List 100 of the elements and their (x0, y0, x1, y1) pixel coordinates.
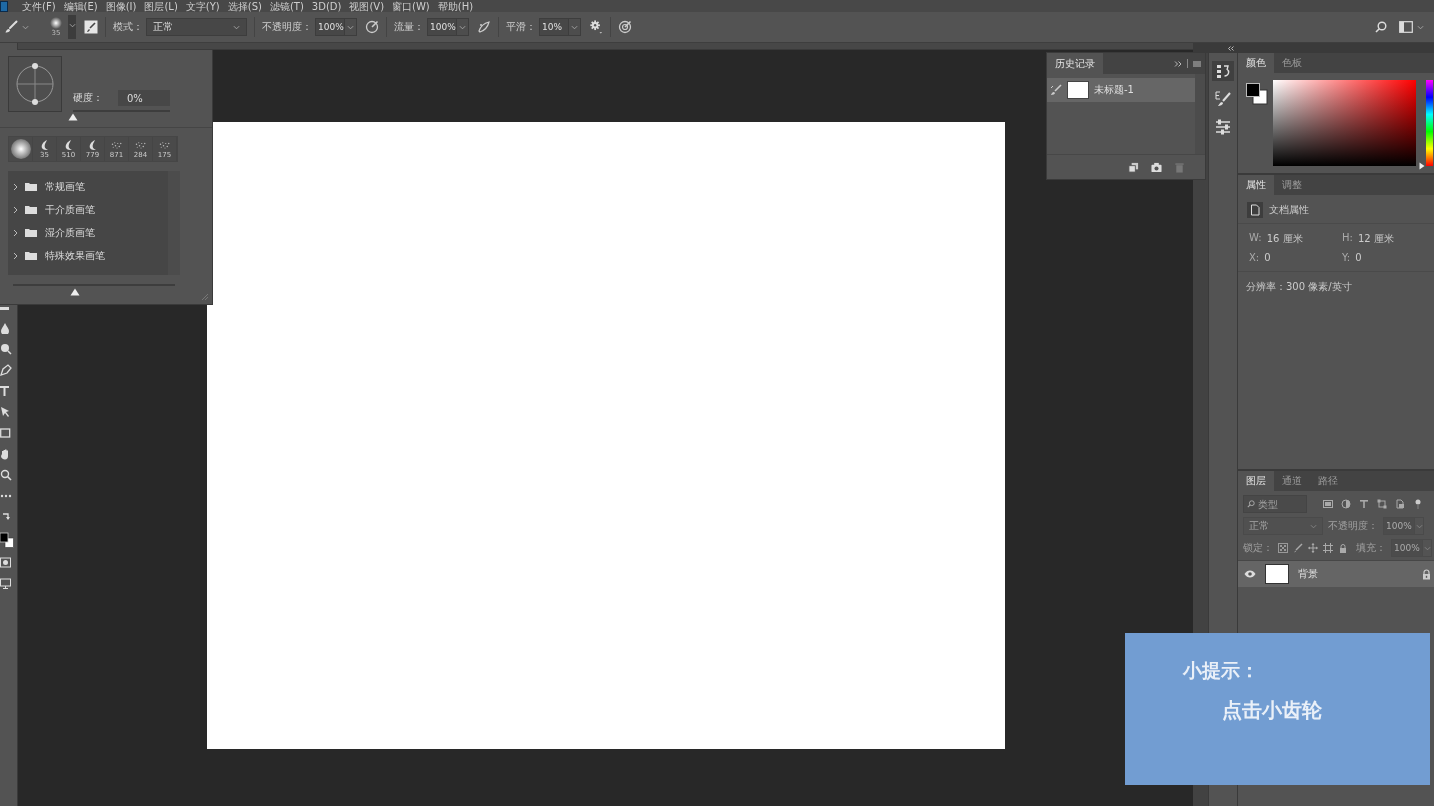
menu-item[interactable]: 视图(V) (349, 0, 385, 12)
tip-title: 小提示： (1183, 658, 1259, 682)
spray-brush-icon (158, 139, 171, 151)
dodge-icon[interactable] (0, 343, 12, 355)
menu-item[interactable]: 帮助(H) (437, 0, 474, 12)
pressure-size-icon[interactable] (618, 20, 632, 34)
smart-object-filter-icon[interactable] (1395, 499, 1405, 509)
smoothing-field[interactable]: 10% (539, 18, 569, 36)
expand-icon[interactable] (1174, 60, 1182, 67)
caret-icon (1423, 545, 1431, 551)
brush-tool-icon[interactable] (4, 20, 18, 34)
text-tool-icon[interactable] (0, 385, 12, 397)
resolution-text: 分辨率：300 像素/英寸 (1246, 281, 1352, 292)
layer-name: 背景 (1298, 567, 1319, 581)
spray-brush-icon (110, 139, 123, 151)
history-panel-icon[interactable] (1212, 61, 1234, 81)
property-value[interactable]: 12 厘米 (1357, 232, 1394, 246)
lock-pixels-icon[interactable] (1278, 543, 1288, 553)
new-document-icon[interactable] (1128, 161, 1139, 173)
layer-row[interactable]: 背景 (1238, 560, 1434, 587)
folder-icon (25, 205, 37, 214)
brush-tip-preview-icon[interactable] (8, 56, 62, 112)
folder-icon (25, 182, 37, 191)
foreground-background-swatch-icon[interactable] (1246, 83, 1268, 105)
rectangle-icon[interactable] (0, 427, 12, 439)
mode-dropdown[interactable]: 正常 (146, 18, 247, 36)
panel-tab[interactable]: 色板 (1274, 53, 1310, 73)
airbrush-icon[interactable] (477, 20, 491, 34)
hardness-field[interactable]: 0% (118, 90, 170, 106)
color-swatches-icon[interactable] (0, 532, 14, 548)
menu-item[interactable]: 编辑(E) (63, 0, 98, 12)
camera-icon[interactable] (1151, 161, 1162, 173)
chevron-icon[interactable] (13, 251, 18, 260)
menu-item[interactable]: 图层(L) (144, 0, 178, 12)
workspace-icon[interactable] (1399, 20, 1413, 34)
brush-preset[interactable] (9, 137, 33, 161)
property-value[interactable]: 16 厘米 (1266, 232, 1303, 246)
layer-filter-field[interactable]: 类型 (1243, 495, 1307, 513)
filter-toggle-icon[interactable] (1413, 499, 1423, 509)
artboard-icon[interactable] (1323, 543, 1333, 553)
history-state[interactable]: 未标题-1 (1047, 78, 1195, 102)
settings-icon[interactable] (589, 20, 603, 34)
panel-tab[interactable]: 调整 (1274, 175, 1310, 195)
brush-icon[interactable] (1293, 543, 1303, 553)
spray-brush-icon (134, 139, 147, 151)
panel-tab[interactable]: 历史记录 (1047, 53, 1103, 74)
brush-settings-toggle-icon[interactable] (84, 20, 98, 34)
brush-folder[interactable]: 干介质画笔 (8, 198, 168, 221)
scrollbar[interactable] (1195, 74, 1205, 154)
property-value[interactable]: 0 (1355, 252, 1362, 263)
text-filter-icon[interactable] (1359, 499, 1369, 509)
search-icon (1247, 500, 1255, 508)
folder-icon (25, 251, 37, 260)
panel-tab[interactable]: 颜色 (1238, 53, 1274, 73)
panel-tab[interactable]: 属性 (1238, 175, 1274, 195)
lock-icon[interactable] (1338, 543, 1348, 553)
pen-icon[interactable] (0, 364, 12, 376)
color-picker-field[interactable] (1273, 80, 1416, 166)
property-value[interactable]: 0 (1264, 252, 1271, 263)
brush-folder[interactable]: 特殊效果画笔 (8, 244, 168, 267)
chevron-icon[interactable] (13, 205, 18, 214)
chevron-icon[interactable] (13, 228, 18, 237)
brush-folder[interactable]: 湿介质画笔 (8, 221, 168, 244)
menu-item[interactable]: 选择(S) (227, 0, 262, 12)
drop-icon[interactable] (0, 322, 12, 334)
panel-tab[interactable]: 路径 (1310, 471, 1346, 491)
property-label: Y: (1342, 252, 1351, 263)
chevron-icon[interactable] (13, 182, 18, 191)
screen-mode-icon[interactable] (0, 578, 12, 590)
image-filter-icon[interactable] (1323, 499, 1333, 509)
shape-filter-icon[interactable] (1377, 499, 1387, 509)
eye-icon[interactable] (1244, 570, 1256, 578)
search-icon[interactable] (1375, 21, 1387, 33)
menu-item[interactable]: 窗口(W) (392, 0, 430, 12)
menu-icon[interactable] (1193, 60, 1201, 67)
menu-item[interactable]: 图像(I) (105, 0, 137, 12)
panel-tab[interactable]: 图层 (1238, 471, 1274, 491)
pressure-opacity-icon[interactable] (365, 20, 379, 34)
slider-thumb[interactable] (1419, 162, 1425, 170)
opacity-field[interactable]: 100% (315, 18, 345, 36)
adjustment-filter-icon[interactable] (1341, 499, 1351, 509)
slider-thumb[interactable] (69, 288, 80, 296)
flow-field[interactable]: 100% (427, 18, 457, 36)
history-brush-icon[interactable] (1050, 84, 1062, 96)
slider-thumb[interactable] (68, 113, 78, 121)
menu-item[interactable]: 文件(F) (22, 0, 56, 12)
resize-grip-icon[interactable] (201, 293, 209, 301)
panel-tab[interactable]: 通道 (1274, 471, 1310, 491)
brush-folder[interactable]: 常规画笔 (8, 175, 168, 198)
hardness-label: 硬度： (73, 91, 103, 105)
menu-item[interactable]: 3D(D) (311, 0, 342, 12)
menu-item[interactable]: 文字(Y) (185, 0, 220, 12)
arrow-icon[interactable] (0, 406, 12, 418)
menu-item[interactable]: 滤镜(T) (269, 0, 304, 12)
brush-settings-icon[interactable] (1212, 89, 1234, 109)
quick-mask-icon[interactable] (0, 557, 12, 569)
zoom-icon[interactable] (0, 469, 12, 481)
collapse-icon[interactable] (1227, 45, 1235, 51)
move-icon[interactable] (1308, 543, 1318, 553)
lock-icon[interactable] (1422, 568, 1431, 580)
